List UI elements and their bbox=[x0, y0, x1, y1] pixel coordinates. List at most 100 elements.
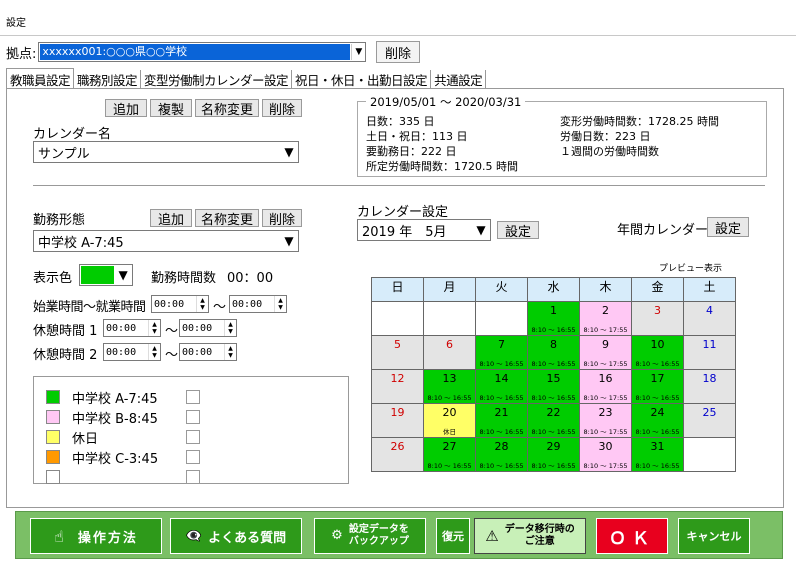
calendar-day-cell[interactable]: 31 8:10 ～ 16:55 bbox=[631, 437, 684, 472]
chevron-down-icon[interactable]: ▼ bbox=[280, 142, 298, 162]
work-type-rename-button[interactable]: 名称変更 bbox=[195, 209, 259, 228]
backup-button[interactable]: ⚙ 設定データを バックアップ bbox=[314, 518, 426, 554]
howto-button[interactable]: ☝ 操作方法 bbox=[30, 518, 162, 554]
calendar-day-cell[interactable]: 15 8:10 ～ 16:55 bbox=[527, 369, 580, 404]
calendar-day-cell[interactable]: 23 8:10 ～ 17:55 bbox=[579, 403, 632, 438]
calendar-day-cell[interactable]: 28 8:10 ～ 16:55 bbox=[475, 437, 528, 472]
break1-end-input[interactable]: 00:00 ▲ ▼ bbox=[179, 319, 237, 337]
calendar-day-cell[interactable]: 18 bbox=[683, 369, 736, 404]
break2-end-input[interactable]: 00:00 ▲ ▼ bbox=[179, 343, 237, 361]
ok-button[interactable]: ＯＫ bbox=[596, 518, 668, 554]
break1-start-value: 00:00 bbox=[106, 322, 137, 334]
calendar-day-cell[interactable]: 25 bbox=[683, 403, 736, 438]
annual-set-button[interactable]: 設定 bbox=[707, 217, 749, 237]
calendar-day-cell[interactable]: 17 8:10 ～ 16:55 bbox=[631, 369, 684, 404]
calendar-day-cell[interactable]: 12 bbox=[371, 369, 424, 404]
chevron-down-icon[interactable]: ▼ bbox=[472, 220, 490, 240]
calendar-day-cell[interactable]: 30 8:10 ～ 17:55 bbox=[579, 437, 632, 472]
calendar-day-cell[interactable]: 29 8:10 ～ 16:55 bbox=[527, 437, 580, 472]
migration-note-button[interactable]: ⚠ データ移行時の ご注意 bbox=[474, 518, 586, 554]
calendar-day-cell[interactable]: 14 8:10 ～ 16:55 bbox=[475, 369, 528, 404]
calendar-day-cell[interactable]: 6 bbox=[423, 335, 476, 370]
calendar-day-cell[interactable]: 8 8:10 ～ 16:55 bbox=[527, 335, 580, 370]
day-time: 8:10 ～ 16:55 bbox=[635, 394, 680, 402]
spin-icon[interactable]: ▲ ▼ bbox=[224, 320, 236, 336]
calendar-day-cell[interactable]: 11 bbox=[683, 335, 736, 370]
month-select[interactable]: 2019 年 5月 ▼ bbox=[357, 219, 491, 241]
calendar-day-cell[interactable] bbox=[423, 301, 476, 336]
calendar-week: 5 6 7 8:10 ～ 16:55 8 8:10 ～ 16:55 9 8:10 ～ 17:5… bbox=[371, 335, 736, 370]
spin-icon[interactable]: ▲ ▼ bbox=[274, 296, 286, 312]
tab-staff[interactable]: 教職員設定 bbox=[6, 68, 75, 89]
calendar-day-cell[interactable]: 24 8:10 ～ 16:55 bbox=[631, 403, 684, 438]
calendar-day-cell[interactable] bbox=[475, 301, 528, 336]
tab-common[interactable]: 共通設定 bbox=[431, 70, 487, 88]
calendar-set-button[interactable]: 設定 bbox=[497, 221, 539, 240]
calendar-day-cell[interactable]: 19 bbox=[371, 403, 424, 438]
legend-checkbox[interactable] bbox=[186, 390, 200, 404]
calendar-day-cell[interactable]: 4 bbox=[683, 301, 736, 336]
calendar-day-cell[interactable]: 2 8:10 ～ 17:55 bbox=[579, 301, 632, 336]
calendar-day-cell[interactable]: 16 8:10 ～ 17:55 bbox=[579, 369, 632, 404]
restore-button[interactable]: 復元 bbox=[436, 518, 470, 554]
faq-icon: 👁‍🗨 bbox=[185, 528, 203, 544]
summary-holidays: 土日・祝日：113 日 bbox=[366, 130, 468, 143]
day-number: 17 bbox=[650, 372, 665, 385]
tab-duty[interactable]: 職務別設定 bbox=[74, 70, 142, 88]
gear-icon: ⚙ bbox=[331, 528, 343, 543]
color-select[interactable]: ▼ bbox=[79, 264, 133, 286]
chevron-down-icon[interactable]: ▼ bbox=[114, 265, 132, 285]
calendar-day-cell[interactable]: 21 8:10 ～ 16:55 bbox=[475, 403, 528, 438]
faq-button[interactable]: 👁‍🗨 よくある質問 bbox=[170, 518, 302, 554]
calendar-rename-button[interactable]: 名称変更 bbox=[195, 99, 259, 118]
site-delete-button[interactable]: 削除 bbox=[376, 41, 420, 63]
tab-holiday[interactable]: 祝日・休日・出勤日設定 bbox=[292, 70, 432, 88]
calendar-day-cell[interactable]: 20 休日 bbox=[423, 403, 476, 438]
calendar-week: 1 8:10 ～ 16:55 2 8:10 ～ 17:55 3 4 bbox=[371, 301, 736, 336]
legend-checkbox[interactable] bbox=[186, 410, 200, 424]
spin-icon[interactable]: ▲ ▼ bbox=[148, 344, 160, 360]
color-swatch bbox=[46, 430, 60, 444]
calendar-day-cell[interactable] bbox=[371, 301, 424, 336]
calendar-day-cell[interactable]: 3 bbox=[631, 301, 684, 336]
calendar-day-cell[interactable]: 27 8:10 ～ 16:55 bbox=[423, 437, 476, 472]
calendar-day-cell[interactable]: 1 8:10 ～ 16:55 bbox=[527, 301, 580, 336]
calendar-day-cell[interactable]: 26 bbox=[371, 437, 424, 472]
legend-label: 中学校 B-8:45 bbox=[72, 411, 158, 427]
chevron-down-icon[interactable]: ▼ bbox=[280, 231, 298, 251]
break2-start-input[interactable]: 00:00 ▲ ▼ bbox=[103, 343, 161, 361]
legend-checkbox[interactable] bbox=[186, 450, 200, 464]
site-select[interactable]: xxxxxx001:○○○県○○学校 ▼ bbox=[38, 42, 367, 62]
work-type-delete-button[interactable]: 削除 bbox=[262, 209, 302, 228]
calendar-body: 1 8:10 ～ 16:55 2 8:10 ～ 17:55 3 4 5 6 7 8:10 ～ 16… bbox=[371, 301, 736, 472]
calendar-day-cell[interactable]: 7 8:10 ～ 16:55 bbox=[475, 335, 528, 370]
day-number: 20 bbox=[442, 406, 457, 419]
day-number: 5 bbox=[394, 338, 401, 351]
end-time-input[interactable]: 00:00 ▲ ▼ bbox=[229, 295, 287, 313]
calendar-name-select[interactable]: サンプル ▼ bbox=[33, 141, 299, 163]
break1-start-input[interactable]: 00:00 ▲ ▼ bbox=[103, 319, 161, 337]
work-type-select[interactable]: 中学校 A-7:45 ▼ bbox=[33, 230, 299, 252]
day-number: 24 bbox=[650, 406, 665, 419]
tab-variable-calendar[interactable]: 変型労働制カレンダー設定 bbox=[141, 70, 293, 88]
calendar-day-cell[interactable]: 9 8:10 ～ 17:55 bbox=[579, 335, 632, 370]
calendar-day-cell[interactable] bbox=[683, 437, 736, 472]
calendar-day-cell[interactable]: 5 bbox=[371, 335, 424, 370]
break2-label: 休憩時間 2 bbox=[33, 348, 98, 363]
spin-icon[interactable]: ▲ ▼ bbox=[148, 320, 160, 336]
legend-checkbox[interactable] bbox=[186, 470, 200, 484]
start-time-input[interactable]: 00:00 ▲ ▼ bbox=[151, 295, 209, 313]
spin-icon[interactable]: ▲ ▼ bbox=[196, 296, 208, 312]
cancel-button[interactable]: キャンセル bbox=[678, 518, 750, 554]
spin-icon[interactable]: ▲ ▼ bbox=[224, 344, 236, 360]
summary-workdays: 労働日数：223 日 bbox=[560, 130, 651, 143]
calendar-day-cell[interactable]: 13 8:10 ～ 16:55 bbox=[423, 369, 476, 404]
calendar-copy-button[interactable]: 複製 bbox=[150, 99, 192, 118]
legend-checkbox[interactable] bbox=[186, 430, 200, 444]
calendar-day-cell[interactable]: 10 8:10 ～ 16:55 bbox=[631, 335, 684, 370]
calendar-day-cell[interactable]: 22 8:10 ～ 16:55 bbox=[527, 403, 580, 438]
work-type-add-button[interactable]: 追加 bbox=[150, 209, 192, 228]
chevron-down-icon[interactable]: ▼ bbox=[351, 44, 365, 60]
calendar-add-button[interactable]: 追加 bbox=[105, 99, 147, 118]
calendar-delete-button[interactable]: 削除 bbox=[262, 99, 302, 118]
